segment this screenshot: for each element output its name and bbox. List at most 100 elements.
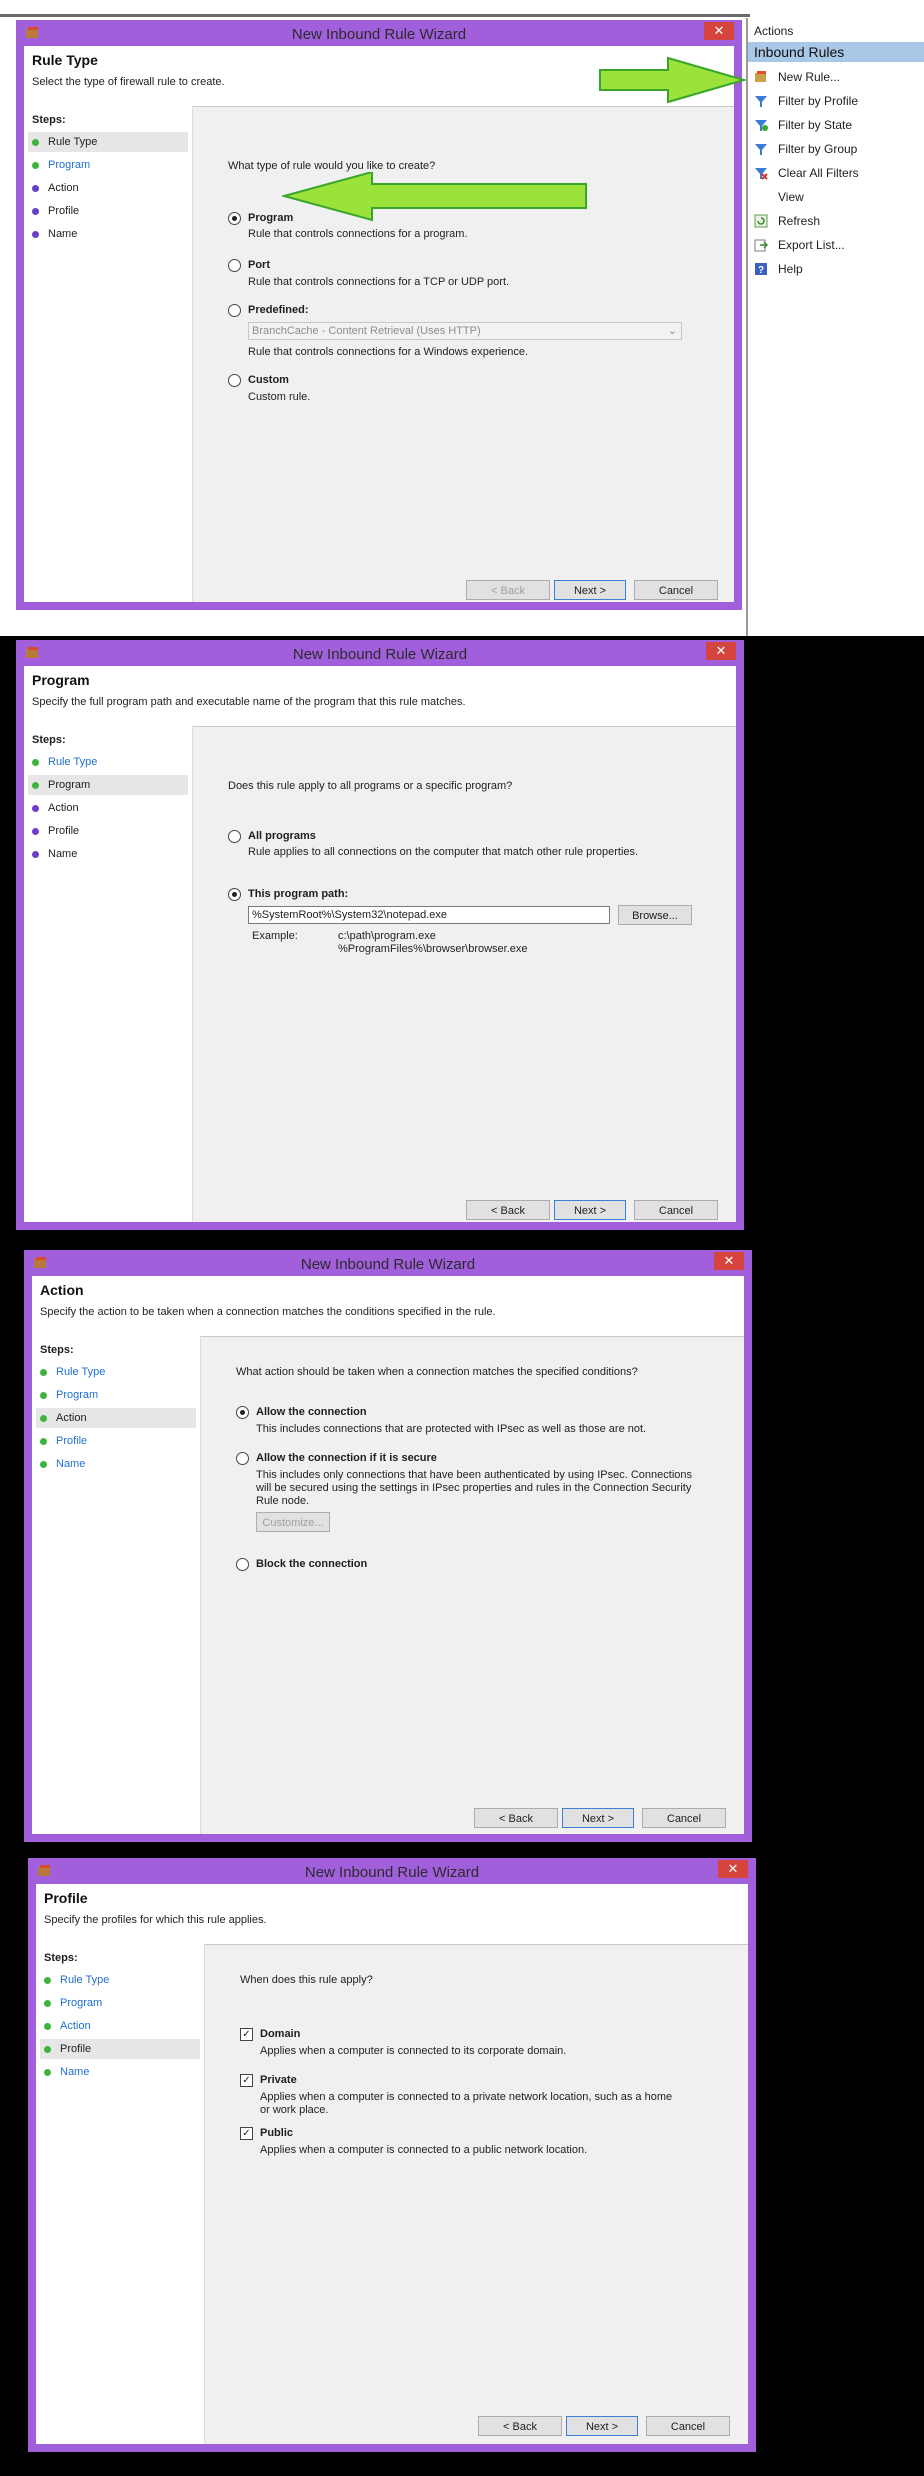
wizard-window-action: New Inbound Rule Wizard ✕ Action Specify… bbox=[24, 1250, 752, 1842]
step-profile[interactable]: Profile bbox=[36, 1431, 196, 1451]
actions-section-inbound-rules[interactable]: Inbound Rules bbox=[748, 42, 924, 62]
radio-custom[interactable] bbox=[228, 374, 241, 387]
step-dot bbox=[40, 1369, 47, 1376]
step-name: Name bbox=[28, 844, 188, 864]
close-button[interactable]: ✕ bbox=[718, 1860, 748, 1878]
action-filter-by-group[interactable]: Filter by Group bbox=[754, 140, 857, 158]
step-program[interactable]: Program bbox=[36, 1385, 196, 1405]
wizard-content: What action should be taken when a conne… bbox=[202, 1336, 744, 1834]
step-label: Program bbox=[48, 159, 91, 171]
action-refresh[interactable]: Refresh bbox=[754, 212, 820, 230]
radio-block-connection[interactable] bbox=[236, 1558, 249, 1571]
radio-program[interactable] bbox=[228, 212, 241, 225]
action-new-rule[interactable]: New Rule... bbox=[754, 68, 840, 86]
title-bar[interactable]: New Inbound Rule Wizard ✕ bbox=[16, 20, 742, 46]
title-bar[interactable]: New Inbound Rule Wizard ✕ bbox=[24, 1250, 752, 1276]
step-label: Rule Type bbox=[56, 1366, 106, 1378]
action-filter-by-profile[interactable]: Filter by Profile bbox=[754, 92, 858, 110]
page-title: Program bbox=[32, 672, 90, 688]
help-icon: ? bbox=[754, 262, 768, 276]
step-rule-type[interactable]: Rule Type bbox=[28, 752, 188, 772]
next-button[interactable]: Next > bbox=[562, 1808, 634, 1828]
radio-allow-if-secure[interactable] bbox=[236, 1452, 249, 1465]
question-text: What action should be taken when a conne… bbox=[236, 1366, 638, 1378]
checkbox-public-desc: Applies when a computer is connected to … bbox=[260, 2144, 588, 2156]
step-program[interactable]: Program bbox=[40, 1993, 200, 2013]
steps-label: Steps: bbox=[40, 1344, 74, 1356]
step-name[interactable]: Name bbox=[36, 1454, 196, 1474]
window-title: New Inbound Rule Wizard bbox=[291, 26, 467, 43]
divider bbox=[0, 14, 750, 17]
customize-button[interactable]: Customize... bbox=[256, 1512, 330, 1532]
action-filter-by-state[interactable]: Filter by State bbox=[754, 116, 852, 134]
step-label: Program bbox=[60, 1997, 103, 2009]
radio-port[interactable] bbox=[228, 259, 241, 272]
option-allow-label[interactable]: Allow the connection bbox=[256, 1406, 367, 1418]
close-button[interactable]: ✕ bbox=[704, 22, 734, 40]
step-label: Profile bbox=[56, 1435, 88, 1447]
wizard-content: Does this rule apply to all programs or … bbox=[194, 726, 736, 1222]
next-button[interactable]: Next > bbox=[554, 1200, 626, 1220]
option-port-label[interactable]: Port bbox=[248, 259, 270, 271]
refresh-icon bbox=[754, 214, 768, 228]
radio-predefined[interactable] bbox=[228, 304, 241, 317]
step-program[interactable]: Program bbox=[28, 155, 188, 175]
close-button[interactable]: ✕ bbox=[714, 1252, 744, 1270]
program-path-input[interactable]: %SystemRoot%\System32\notepad.exe bbox=[248, 906, 610, 924]
checkbox-public[interactable]: ✓ bbox=[240, 2127, 253, 2140]
page-subtitle: Select the type of firewall rule to crea… bbox=[32, 76, 225, 88]
action-clear-all-filters[interactable]: Clear All Filters bbox=[754, 164, 859, 182]
back-button[interactable]: < Back bbox=[466, 580, 550, 600]
back-button[interactable]: < Back bbox=[466, 1200, 550, 1220]
step-rule-type[interactable]: Rule Type bbox=[36, 1362, 196, 1382]
action-help[interactable]: ? Help bbox=[754, 260, 803, 278]
next-button[interactable]: Next > bbox=[566, 2416, 638, 2436]
option-allow-secure-desc: Rule node. bbox=[256, 1495, 310, 1507]
checkbox-private-label[interactable]: Private bbox=[260, 2074, 297, 2086]
step-name[interactable]: Name bbox=[40, 2062, 200, 2082]
steps-label: Steps: bbox=[44, 1952, 78, 1964]
radio-this-program-path[interactable] bbox=[228, 888, 241, 901]
next-button[interactable]: Next > bbox=[554, 580, 626, 600]
step-dot bbox=[40, 1461, 47, 1468]
step-dot bbox=[44, 2046, 51, 2053]
action-view[interactable]: View bbox=[754, 188, 804, 206]
option-this-program-path-label[interactable]: This program path: bbox=[248, 888, 348, 900]
question-text: When does this rule apply? bbox=[240, 1974, 373, 1986]
option-program-desc: Rule that controls connections for a pro… bbox=[248, 228, 468, 240]
cancel-button[interactable]: Cancel bbox=[634, 580, 718, 600]
option-allow-secure-label[interactable]: Allow the connection if it is secure bbox=[256, 1452, 437, 1464]
back-button[interactable]: < Back bbox=[474, 1808, 558, 1828]
step-label: Rule Type bbox=[48, 756, 98, 768]
checkbox-domain[interactable]: ✓ bbox=[240, 2028, 253, 2041]
step-dot bbox=[44, 2069, 51, 2076]
close-button[interactable]: ✕ bbox=[706, 642, 736, 660]
checkbox-domain-label[interactable]: Domain bbox=[260, 2028, 300, 2040]
step-rule-type[interactable]: Rule Type bbox=[40, 1970, 200, 1990]
checkbox-private[interactable]: ✓ bbox=[240, 2074, 253, 2087]
step-label: Profile bbox=[48, 205, 80, 217]
cancel-button[interactable]: Cancel bbox=[634, 1200, 718, 1220]
title-bar[interactable]: New Inbound Rule Wizard ✕ bbox=[28, 1858, 756, 1884]
cancel-button[interactable]: Cancel bbox=[642, 1808, 726, 1828]
browse-button[interactable]: Browse... bbox=[618, 905, 692, 925]
back-button[interactable]: < Back bbox=[478, 2416, 562, 2436]
page-subtitle: Specify the profiles for which this rule… bbox=[44, 1914, 267, 1926]
radio-all-programs[interactable] bbox=[228, 830, 241, 843]
option-predefined-label[interactable]: Predefined: bbox=[248, 304, 309, 316]
step-action: Action bbox=[36, 1408, 196, 1428]
steps-list: Steps: Rule Type Program Action Profile … bbox=[32, 1336, 201, 1834]
export-icon bbox=[754, 238, 769, 252]
checkbox-public-label[interactable]: Public bbox=[260, 2127, 293, 2139]
predefined-select[interactable]: BranchCache - Content Retrieval (Uses HT… bbox=[248, 322, 682, 340]
radio-allow-connection[interactable] bbox=[236, 1406, 249, 1419]
title-bar[interactable]: New Inbound Rule Wizard ✕ bbox=[16, 640, 744, 666]
option-all-programs-label[interactable]: All programs bbox=[248, 830, 316, 842]
step-action[interactable]: Action bbox=[40, 2016, 200, 2036]
step-label: Program bbox=[48, 779, 91, 791]
cancel-button[interactable]: Cancel bbox=[646, 2416, 730, 2436]
option-custom-label[interactable]: Custom bbox=[248, 374, 289, 386]
option-block-label[interactable]: Block the connection bbox=[256, 1558, 367, 1570]
step-label: Rule Type bbox=[48, 136, 98, 148]
action-export-list[interactable]: Export List... bbox=[754, 236, 845, 254]
